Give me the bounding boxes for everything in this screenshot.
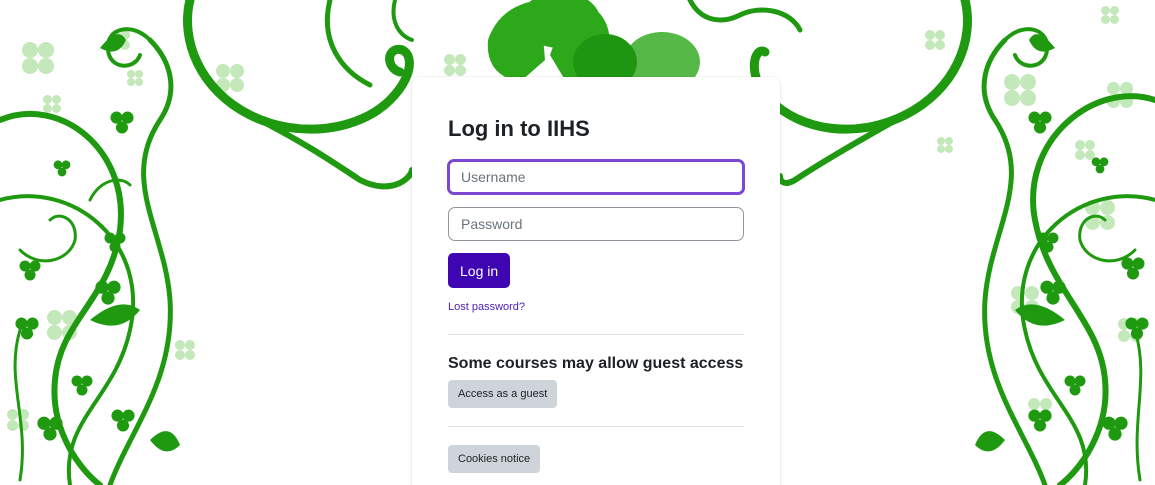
guest-access-button[interactable]: Access as a guest (448, 380, 558, 408)
cookies-notice-button[interactable]: Cookies notice (448, 445, 541, 473)
login-page: Log in to IIHS Log in Lost password? Som… (0, 0, 1155, 485)
login-card: Log in to IIHS Log in Lost password? Som… (412, 77, 780, 485)
login-title: Log in to IIHS (448, 116, 590, 141)
left-vines (0, 0, 415, 485)
login-button[interactable]: Log in (448, 253, 511, 288)
username-input[interactable] (447, 159, 745, 195)
password-input[interactable] (448, 207, 744, 241)
divider (448, 334, 744, 335)
guest-access-heading: Some courses may allow guest access (448, 355, 744, 372)
lost-password-link[interactable]: Lost password? (448, 301, 744, 313)
divider (448, 426, 744, 427)
